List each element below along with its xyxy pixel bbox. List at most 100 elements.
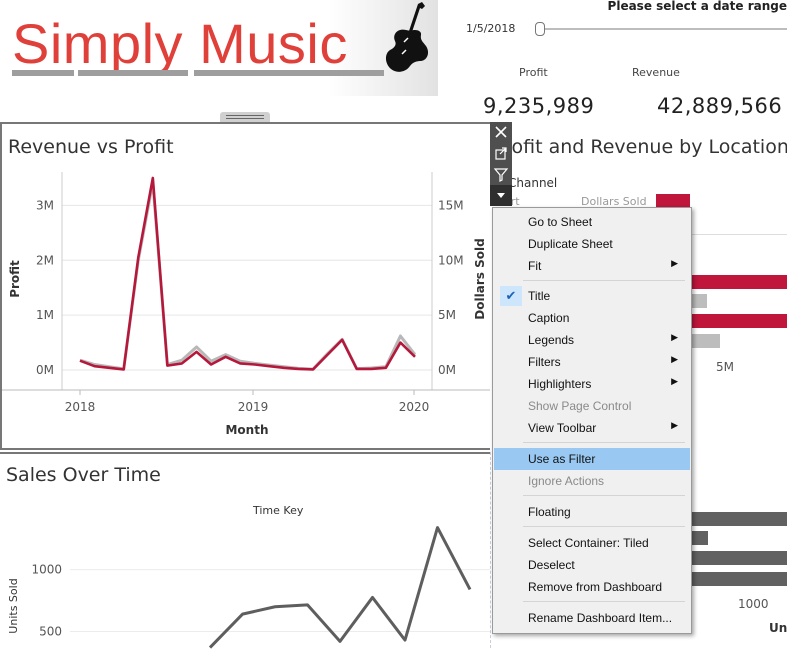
x-axis-tick: 1000 [738,597,769,611]
panel-title: Profit and Revenue by Location [493,136,787,158]
bar-dollars-sold[interactable] [656,194,690,208]
submenu-arrow-icon: ▶ [671,258,678,268]
y-axis-title-profit: Profit [8,260,22,298]
bar-units[interactable] [687,512,787,526]
logo-underline [78,70,188,76]
menu-item-select-container[interactable]: Select Container: Tiled [494,532,690,554]
menu-item-label: Select Container: Tiled [528,536,649,550]
menu-separator [523,526,685,527]
menu-item-title[interactable]: ✔ Title [494,285,690,307]
y-axis-title-units-sold: Units Sold [7,578,20,633]
y-axis-title-dollars-sold: Dollars Sold [473,238,487,319]
menu-item-label: Fit [528,259,542,273]
logo-underline [12,70,74,76]
y-tick-right: 5M [438,308,456,322]
menu-item-label: Rename Dashboard Item... [528,611,673,625]
date-range-slider-track[interactable] [538,28,787,30]
menu-item-label: Show Page Control [528,399,632,413]
menu-item-view-toolbar[interactable]: View Toolbar ▶ [494,417,690,439]
menu-separator [523,442,685,443]
y-tick-right: 10M [438,253,464,267]
y-tick-left: 1M [36,308,54,322]
menu-item-duplicate-sheet[interactable]: Duplicate Sheet [494,233,690,255]
menu-item-label: Caption [528,311,570,325]
date-range-title: Please select a date range [607,0,787,13]
menu-separator [523,495,685,496]
popout-icon[interactable] [490,143,512,164]
menu-item-label: Title [528,289,551,303]
x-tick: 2018 [65,400,96,414]
menu-item-label: Highlighters [528,377,592,391]
y-tick: 1000 [31,563,62,577]
menu-item-label: Go to Sheet [528,215,593,229]
menu-item-highlighters[interactable]: Highlighters ▶ [494,373,690,395]
date-range-slider-handle[interactable] [535,22,545,36]
menu-item-deselect[interactable]: Deselect [494,554,690,576]
kpi-profit-value: 9,235,989 [483,94,595,118]
dropdown-arrow-icon[interactable] [490,185,512,206]
close-icon[interactable] [490,122,512,143]
menu-item-label: Use as Filter [528,452,596,466]
x-axis-tick: 5M [716,360,734,374]
menu-item-label: Legends [528,333,575,347]
bar-units[interactable] [687,551,787,565]
menu-item-go-to-sheet[interactable]: Go to Sheet [494,211,690,233]
y-tick-left: 2M [36,253,54,267]
context-menu: Go to Sheet Duplicate Sheet Fit ▶ ✔ Title … [492,207,692,634]
x-axis-title: Uni [769,621,787,635]
menu-item-legends[interactable]: Legends ▶ [494,329,690,351]
menu-item-use-as-filter[interactable]: Use as Filter [494,448,690,470]
submenu-arrow-icon: ▶ [671,376,678,386]
x-tick: 2019 [238,400,269,414]
menu-separator [523,601,685,602]
x-tick: 2020 [399,400,430,414]
y-tick: 500 [39,624,62,638]
menu-item-filters[interactable]: Filters ▶ [494,351,690,373]
logo-underline [194,70,384,76]
submenu-arrow-icon: ▶ [671,354,678,364]
kpi-revenue-value: 42,889,566 [657,94,783,118]
sales-over-time-chart[interactable]: 500 1000 Units Sold [0,514,490,650]
menu-item-rename-dashboard-item[interactable]: Rename Dashboard Item... [494,607,690,629]
checkmark-icon: ✔ [500,286,522,306]
logo-banner: Simply Music [0,0,438,96]
bar-units[interactable] [687,572,787,586]
x-axis-title-month: Month [225,423,268,437]
menu-item-label: Duplicate Sheet [528,237,613,251]
y-tick-left: 0M [36,363,54,377]
menu-item-label: Deselect [528,558,575,572]
revenue-series-line[interactable] [79,180,417,371]
kpi-revenue-label: Revenue [632,66,680,79]
y-tick-right: 0M [438,363,456,377]
violin-icon [385,2,429,72]
submenu-arrow-icon: ▶ [671,420,678,430]
kpi-profit-label: Profit [519,66,548,79]
menu-item-label: Ignore Actions [528,474,605,488]
filter-icon[interactable] [490,164,512,185]
profit-series-line[interactable] [79,176,416,371]
menu-item-show-page-control: Show Page Control [494,395,690,417]
menu-item-fit[interactable]: Fit ▶ [494,255,690,277]
revenue-profit-chart[interactable]: 0M1M2M3M 0M5M10M15M 2018 2019 2020 Profit … [2,164,490,450]
panel-title: Sales Over Time [6,464,161,486]
menu-item-label: Floating [528,505,571,519]
menu-item-label: Filters [528,355,561,369]
menu-item-label: View Toolbar [528,421,597,435]
menu-item-remove-from-dashboard[interactable]: Remove from Dashboard [494,576,690,598]
revenue-vs-profit-panel[interactable]: Revenue vs Profit 0M 1M 2M 3M 0M 5M 10M 15M 20… [0,122,490,450]
resize-grip[interactable] [220,112,270,122]
menu-separator [523,280,685,281]
panel-title: Revenue vs Profit [8,136,174,158]
submenu-arrow-icon: ▶ [671,332,678,342]
sales-over-time-panel[interactable]: Sales Over Time Time Key 500 1000 Units S… [0,452,490,650]
menu-item-floating[interactable]: Floating [494,501,690,523]
menu-item-ignore-actions: Ignore Actions [494,470,690,492]
units-sold-line[interactable] [208,526,472,649]
column-header-channel: Channel [508,176,558,190]
sheet-toolbar [490,122,512,206]
y-tick-right: 15M [438,198,464,212]
date-range-start-value: 1/5/2018 [466,22,516,35]
menu-item-label: Remove from Dashboard [528,580,663,594]
y-tick-left: 3M [36,198,54,212]
menu-item-caption[interactable]: Caption [494,307,690,329]
